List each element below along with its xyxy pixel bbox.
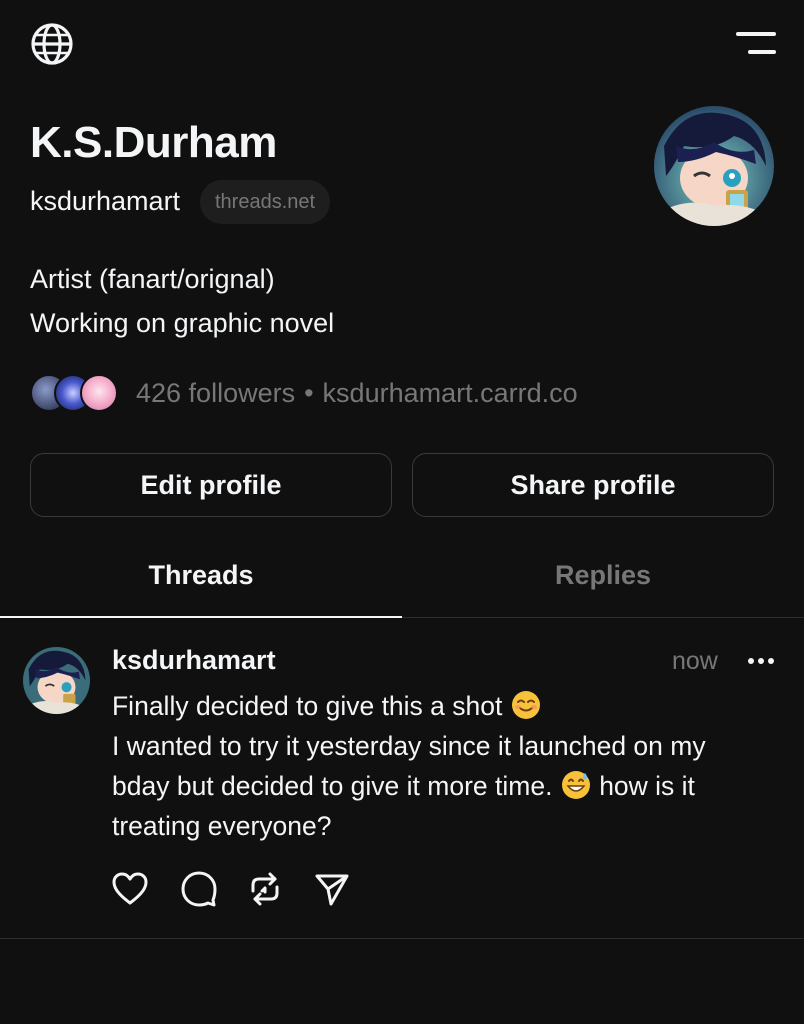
smiling-face-emoji: [510, 689, 542, 721]
comment-icon[interactable]: [180, 870, 218, 908]
username: ksdurhamart: [30, 186, 181, 216]
more-options-icon[interactable]: [746, 646, 776, 676]
post-line-2: I wanted to try it yesterday since it la…: [112, 731, 706, 761]
profile-link[interactable]: ksdurhamart.carrd.co: [323, 378, 578, 408]
post-line-1-text: Finally decided to give this a shot: [112, 691, 503, 721]
post-line-3-text-after: how is it: [599, 771, 695, 801]
tab-replies[interactable]: Replies: [402, 560, 804, 616]
bio-line-2: Working on graphic novel: [30, 308, 335, 338]
tab-threads[interactable]: Threads: [0, 560, 402, 616]
followers-line: 426 followers • ksdurhamart.carrd.co: [136, 378, 578, 409]
post-line-3: bday but decided to give it more time. h…: [112, 766, 782, 806]
post-line-3-text: bday but decided to give it more time.: [112, 771, 553, 801]
post-text: Finally decided to give this a shot I wa…: [112, 686, 782, 846]
post-line-1: Finally decided to give this a shot: [112, 686, 782, 726]
post-divider: [0, 938, 804, 939]
follower-avatars[interactable]: [30, 374, 120, 412]
bio-line-1: Artist (fanart/orignal): [30, 264, 275, 294]
post-username[interactable]: ksdurhamart: [112, 645, 276, 676]
separator: •: [304, 378, 314, 408]
follower-avatar: [80, 374, 118, 412]
display-name: K.S.Durham: [30, 118, 277, 167]
send-icon[interactable]: [313, 870, 351, 908]
post-timestamp: now: [672, 647, 718, 675]
active-tab-indicator: [0, 616, 402, 618]
post-avatar[interactable]: [23, 647, 90, 714]
share-profile-button[interactable]: Share profile: [412, 453, 774, 517]
post-line-4: treating everyone?: [112, 811, 332, 841]
domain-badge[interactable]: threads.net: [200, 180, 331, 224]
edit-profile-button[interactable]: Edit profile: [30, 453, 392, 517]
repost-icon[interactable]: [246, 870, 284, 908]
heart-icon[interactable]: [111, 870, 149, 908]
menu-icon[interactable]: [732, 30, 778, 58]
grinning-sweat-emoji: [560, 769, 592, 801]
profile-avatar[interactable]: [654, 106, 774, 226]
followers-count[interactable]: 426 followers: [136, 378, 295, 408]
globe-icon[interactable]: [30, 22, 74, 66]
